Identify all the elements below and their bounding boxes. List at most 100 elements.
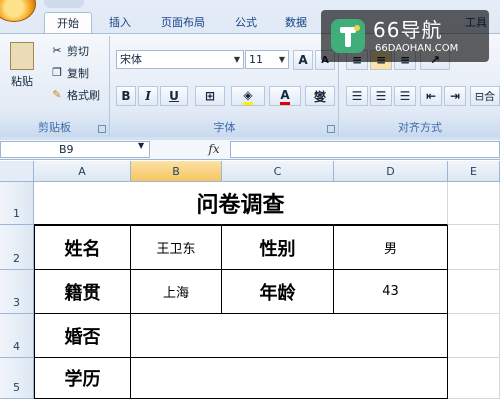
bold-button[interactable]: B xyxy=(116,86,136,106)
underline-button[interactable]: U xyxy=(160,86,188,106)
font-name-combo[interactable]: 宋体 ▼ xyxy=(116,50,244,69)
borders-icon: ⊞ xyxy=(204,89,216,103)
font-group: 宋体 ▼ 11 ▼ A A B I U ⊞ ◈ A 燮 字体 xyxy=(111,36,339,137)
cell-e3[interactable] xyxy=(448,269,500,314)
title-cell[interactable]: 问卷调查 xyxy=(34,182,448,225)
italic-label: I xyxy=(145,89,151,103)
cell-b5-merged[interactable] xyxy=(130,357,448,399)
merge-center-button[interactable]: ⊟ 合 xyxy=(470,86,500,106)
increase-indent-icon: ⇥ xyxy=(449,89,461,103)
name-box[interactable]: B9 xyxy=(0,141,150,158)
decrease-indent-icon: ⇤ xyxy=(425,89,437,103)
tab-formulas[interactable]: 公式 xyxy=(226,12,266,34)
value-name: 王卫东 xyxy=(156,242,196,257)
font-color-label: A xyxy=(280,88,290,105)
insert-function-button[interactable]: fx xyxy=(200,141,228,158)
chevron-down-icon[interactable]: ▼ xyxy=(276,51,288,68)
align-right-button[interactable]: ☰ xyxy=(394,86,416,106)
value-age: 43 xyxy=(382,284,399,299)
column-header-a[interactable]: A xyxy=(34,161,131,182)
row-header-3[interactable]: 3 xyxy=(0,270,34,314)
tab-page-layout[interactable]: 页面布局 xyxy=(150,12,216,34)
navigation-logo-icon xyxy=(331,19,365,53)
watermark-subtitle: 66DAOHAN.COM xyxy=(375,43,459,54)
watermark-title: 66导航 xyxy=(373,18,443,42)
row-header-2[interactable]: 2 xyxy=(0,225,34,270)
value-hometown: 上海 xyxy=(162,286,189,301)
fill-color-button[interactable]: ◈ xyxy=(231,86,265,106)
column-header-b[interactable]: B xyxy=(131,161,222,182)
font-color-button[interactable]: A xyxy=(269,86,301,106)
select-all-corner[interactable] xyxy=(0,161,34,182)
grow-font-label: A xyxy=(298,53,308,67)
cut-button[interactable]: ✂ 剪切 xyxy=(50,42,89,60)
align-center-icon: ☰ xyxy=(375,89,387,103)
cell-a4[interactable]: 婚否 xyxy=(34,313,131,358)
italic-button[interactable]: I xyxy=(138,86,158,106)
font-name-value: 宋体 xyxy=(120,53,142,66)
phonetic-label: 燮 xyxy=(313,89,326,104)
align-center-button[interactable]: ☰ xyxy=(370,86,392,106)
font-size-value: 11 xyxy=(249,53,263,66)
row-header-5[interactable]: 5 xyxy=(0,358,34,399)
cell-e4[interactable] xyxy=(448,313,500,358)
paint-bucket-icon: ◈ xyxy=(243,88,253,105)
align-left-button[interactable]: ☰ xyxy=(346,86,368,106)
label-name: 姓名 xyxy=(64,238,101,260)
format-painter-button[interactable]: ✎ 格式刷 xyxy=(50,86,100,104)
column-header-c[interactable]: C xyxy=(222,161,334,182)
cell-b4-merged[interactable] xyxy=(130,313,448,358)
font-size-combo[interactable]: 11 ▼ xyxy=(245,50,289,69)
quick-access-toolbar[interactable] xyxy=(44,0,84,8)
value-gender: 男 xyxy=(383,242,397,257)
row-header-1[interactable]: 1 xyxy=(0,182,34,225)
underline-label: U xyxy=(169,89,179,103)
cell-a3[interactable]: 籍贯 xyxy=(34,269,131,314)
watermark: 66导航 66DAOHAN.COM xyxy=(321,10,489,62)
font-group-label: 字体 xyxy=(111,119,338,137)
formula-input[interactable] xyxy=(230,141,500,158)
grow-font-button[interactable]: A xyxy=(293,50,313,70)
chevron-down-icon[interactable]: ▼ xyxy=(138,141,144,150)
scissors-icon: ✂ xyxy=(52,44,62,57)
cell-d2[interactable]: 男 xyxy=(333,225,448,270)
paste-icon xyxy=(10,42,34,70)
cell-e5[interactable] xyxy=(448,357,500,399)
align-left-icon: ☰ xyxy=(351,89,363,103)
borders-button[interactable]: ⊞ xyxy=(195,86,225,106)
cut-label: 剪切 xyxy=(67,45,89,58)
cell-e2[interactable] xyxy=(448,225,500,270)
column-header-d[interactable]: D xyxy=(334,161,448,182)
cell-b3[interactable]: 上海 xyxy=(130,269,222,314)
formula-bar: B9 ▼ fx xyxy=(0,140,500,160)
cell-a2[interactable]: 姓名 xyxy=(34,225,131,270)
survey-title: 问卷调查 xyxy=(196,192,285,218)
copy-icon: ❐ xyxy=(52,66,62,79)
tab-data[interactable]: 数据 xyxy=(276,12,316,34)
chevron-down-icon[interactable]: ▼ xyxy=(231,51,243,68)
column-header-e[interactable]: E xyxy=(448,161,500,182)
cell-c3[interactable]: 年龄 xyxy=(221,269,334,314)
increase-indent-button[interactable]: ⇥ xyxy=(444,86,466,106)
copy-button[interactable]: ❐ 复制 xyxy=(50,64,89,82)
cell-c2[interactable]: 性别 xyxy=(221,225,334,270)
cell-a5[interactable]: 学历 xyxy=(34,357,131,399)
tab-insert[interactable]: 插入 xyxy=(100,12,140,34)
bold-label: B xyxy=(121,89,131,103)
clipboard-dialog-launcher-icon[interactable] xyxy=(98,125,106,133)
cell-b2[interactable]: 王卫东 xyxy=(130,225,222,270)
label-age: 年龄 xyxy=(259,282,296,304)
phonetic-button[interactable]: 燮 xyxy=(305,86,335,106)
label-gender: 性别 xyxy=(259,238,296,260)
label-marital: 婚否 xyxy=(64,326,101,348)
paste-button[interactable]: 粘贴 xyxy=(10,42,34,89)
align-right-icon: ☰ xyxy=(399,89,411,103)
cell-e1[interactable] xyxy=(448,182,500,225)
format-painter-label: 格式刷 xyxy=(67,89,100,102)
tab-home[interactable]: 开始 xyxy=(44,12,92,34)
row-header-4[interactable]: 4 xyxy=(0,314,34,358)
label-education: 学历 xyxy=(64,369,101,390)
cell-d3[interactable]: 43 xyxy=(333,269,448,314)
font-dialog-launcher-icon[interactable] xyxy=(327,125,335,133)
decrease-indent-button[interactable]: ⇤ xyxy=(420,86,442,106)
